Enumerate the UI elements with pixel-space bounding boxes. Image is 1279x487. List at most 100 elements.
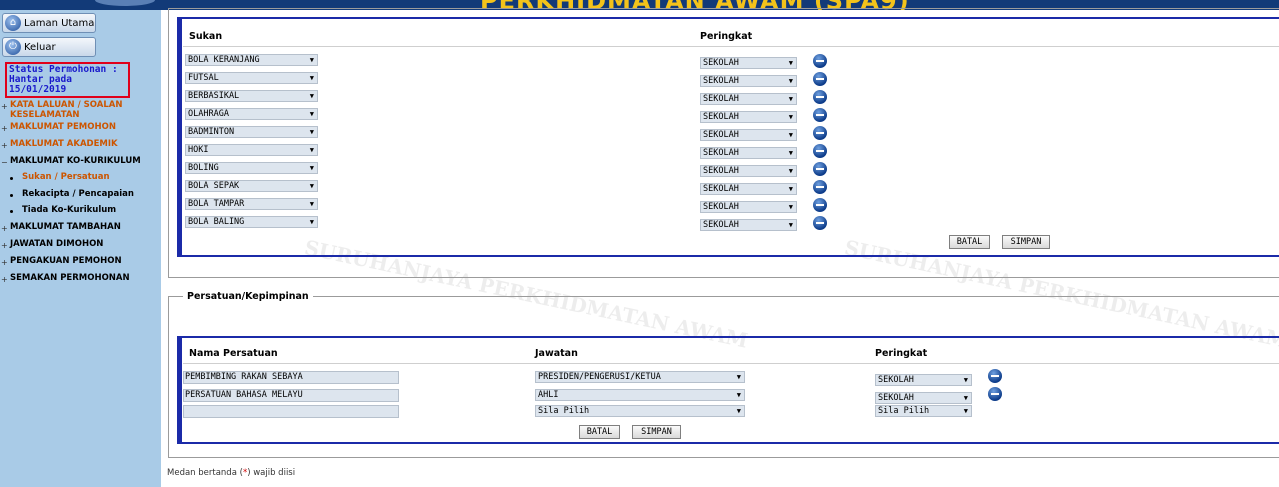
peringkat-select[interactable]: SEKOLAH ▼ <box>700 147 797 159</box>
remove-row-icon[interactable] <box>813 144 827 158</box>
remove-row-icon[interactable] <box>813 90 827 104</box>
dropdown-arrow-icon: ▼ <box>309 182 314 190</box>
peringkat-select[interactable]: SEKOLAH ▼ <box>700 93 797 105</box>
sukan-select[interactable]: BOLA TAMPAR ▼ <box>185 198 318 210</box>
sukan-select[interactable]: BERBASIKAL ▼ <box>185 90 318 102</box>
persatuan-legend: Persatuan/Kepimpinan <box>183 291 313 302</box>
nav-ko-kurikulum[interactable]: MAKLUMAT KO-KURIKULUM <box>10 156 141 167</box>
dropdown-arrow-icon: ▼ <box>788 149 793 157</box>
nav-label: KESELAMATAN <box>10 109 80 120</box>
sukan-select[interactable]: BOLA SEPAK ▼ <box>185 180 318 192</box>
sukan-select[interactable]: BOLING ▼ <box>185 162 318 174</box>
jawatan-select[interactable]: PRESIDEN/PENGERUSI/KETUA ▼ <box>535 371 745 383</box>
sidebar: ⌂ Laman Utama ⏻ Keluar Status Permohonan… <box>0 10 161 487</box>
peringkat-select[interactable]: SEKOLAH ▼ <box>700 75 797 87</box>
dropdown-arrow-icon: ▼ <box>788 113 793 121</box>
expand-marker: + <box>1 141 8 150</box>
peringkat-select-value: SEKOLAH <box>703 148 739 158</box>
nav-rekacipta[interactable]: Rekacipta / Pencapaian <box>22 189 134 200</box>
remove-row-icon[interactable] <box>813 108 827 122</box>
peringkat-select-value: SEKOLAH <box>703 184 739 194</box>
nav-maklumat-akademik[interactable]: MAKLUMAT AKADEMIK <box>10 139 118 150</box>
remove-row-icon[interactable] <box>813 198 827 212</box>
remove-row-icon[interactable] <box>813 126 827 140</box>
remove-row-icon[interactable] <box>813 216 827 230</box>
persatuan-simpan-button[interactable]: SIMPAN <box>632 425 681 439</box>
peringkat-select-value: SEKOLAH <box>703 130 739 140</box>
dropdown-arrow-icon: ▼ <box>309 56 314 64</box>
remove-row-icon[interactable] <box>813 54 827 68</box>
sukan-batal-button[interactable]: BATAL <box>949 235 990 249</box>
peringkat-select[interactable]: Sila Pilih ▼ <box>875 405 972 417</box>
bullet-icon <box>10 194 13 197</box>
peringkat-select-value: SEKOLAH <box>703 220 739 230</box>
remove-row-icon[interactable] <box>813 180 827 194</box>
dropdown-arrow-icon: ▼ <box>963 394 968 402</box>
sukan-select[interactable]: OLAHRAGA ▼ <box>185 108 318 120</box>
expand-marker: + <box>1 224 8 233</box>
bullet-icon <box>10 177 13 180</box>
nav-sukan-persatuan[interactable]: Sukan / Persatuan <box>22 172 110 183</box>
remove-row-icon[interactable] <box>813 72 827 86</box>
col-header-peringkat: Peringkat <box>875 348 928 359</box>
col-header-jawatan: Jawatan <box>535 348 578 359</box>
peringkat-select[interactable]: SEKOLAH ▼ <box>700 219 797 231</box>
peringkat-select[interactable]: SEKOLAH ▼ <box>875 374 972 386</box>
peringkat-select[interactable]: SEKOLAH ▼ <box>700 111 797 123</box>
nav-kata-laluan[interactable]: KATA LALUAN / SOALAN KESELAMATAN <box>10 100 122 120</box>
sukan-select[interactable]: BADMINTON ▼ <box>185 126 318 138</box>
peringkat-select[interactable]: SEKOLAH ▼ <box>700 57 797 69</box>
peringkat-select[interactable]: SEKOLAH ▼ <box>700 183 797 195</box>
sukan-select[interactable]: FUTSAL ▼ <box>185 72 318 84</box>
home-icon: ⌂ <box>5 15 21 31</box>
peringkat-select-value: SEKOLAH <box>703 58 739 68</box>
peringkat-select[interactable]: SEKOLAH ▼ <box>700 165 797 177</box>
dropdown-arrow-icon: ▼ <box>788 221 793 229</box>
dropdown-arrow-icon: ▼ <box>309 74 314 82</box>
remove-row-icon[interactable] <box>988 369 1002 383</box>
dropdown-arrow-icon: ▼ <box>309 218 314 226</box>
dropdown-arrow-icon: ▼ <box>309 128 314 136</box>
status-line: 15/01/2019 <box>9 84 67 95</box>
expand-marker: + <box>1 102 8 111</box>
nav-semakan-permohonan[interactable]: SEMAKAN PERMOHONAN <box>10 273 130 284</box>
sukan-select-value: BERBASIKAL <box>188 91 240 101</box>
peringkat-select-value: Sila Pilih <box>878 406 930 416</box>
sukan-simpan-button[interactable]: SIMPAN <box>1002 235 1050 249</box>
note-text: ) wajib diisi <box>247 468 296 478</box>
collapse-marker: − <box>1 158 8 167</box>
expand-marker: + <box>1 275 8 284</box>
peringkat-select[interactable]: SEKOLAH ▼ <box>875 392 972 404</box>
persatuan-batal-button[interactable]: BATAL <box>579 425 620 439</box>
nama-persatuan-input[interactable]: PERSATUAN BAHASA MELAYU <box>183 389 399 402</box>
remove-row-icon[interactable] <box>988 387 1002 401</box>
peringkat-select[interactable]: SEKOLAH ▼ <box>700 201 797 213</box>
nav-maklumat-tambahan[interactable]: MAKLUMAT TAMBAHAN <box>10 222 121 233</box>
nav-pengakuan-pemohon[interactable]: PENGAKUAN PEMOHON <box>10 256 122 267</box>
logout-button[interactable]: ⏻ Keluar <box>2 37 96 57</box>
remove-row-icon[interactable] <box>813 162 827 176</box>
logout-button-label: Keluar <box>24 41 56 53</box>
nama-persatuan-input[interactable]: PEMBIMBING RAKAN SEBAYA <box>183 371 399 384</box>
jawatan-select[interactable]: Sila Pilih ▼ <box>535 405 745 417</box>
jawatan-select[interactable]: AHLI ▼ <box>535 389 745 401</box>
peringkat-select-value: SEKOLAH <box>703 94 739 104</box>
dropdown-arrow-icon: ▼ <box>963 376 968 384</box>
logo <box>95 0 155 6</box>
nama-persatuan-input[interactable] <box>183 405 399 418</box>
nav-jawatan-dimohon[interactable]: JAWATAN DIMOHON <box>10 239 103 250</box>
sukan-select[interactable]: BOLA BALING ▼ <box>185 216 318 228</box>
jawatan-select-value: PRESIDEN/PENGERUSI/KETUA <box>538 372 661 382</box>
dropdown-arrow-icon: ▼ <box>309 146 314 154</box>
sukan-select[interactable]: BOLA KERANJANG ▼ <box>185 54 318 66</box>
sukan-select-value: BOLA SEPAK <box>188 181 240 191</box>
home-button[interactable]: ⌂ Laman Utama <box>2 13 96 33</box>
peringkat-select[interactable]: SEKOLAH ▼ <box>700 129 797 141</box>
nav-maklumat-pemohon[interactable]: MAKLUMAT PEMOHON <box>10 122 116 133</box>
sukan-select[interactable]: HOKI ▼ <box>185 144 318 156</box>
jawatan-select-value: Sila Pilih <box>538 406 590 416</box>
nav-tiada-ko-kurikulum[interactable]: Tiada Ko-Kurikulum <box>22 205 116 216</box>
power-icon: ⏻ <box>5 39 21 55</box>
sukan-select-value: BOLA TAMPAR <box>188 199 245 209</box>
peringkat-select-value: SEKOLAH <box>703 76 739 86</box>
